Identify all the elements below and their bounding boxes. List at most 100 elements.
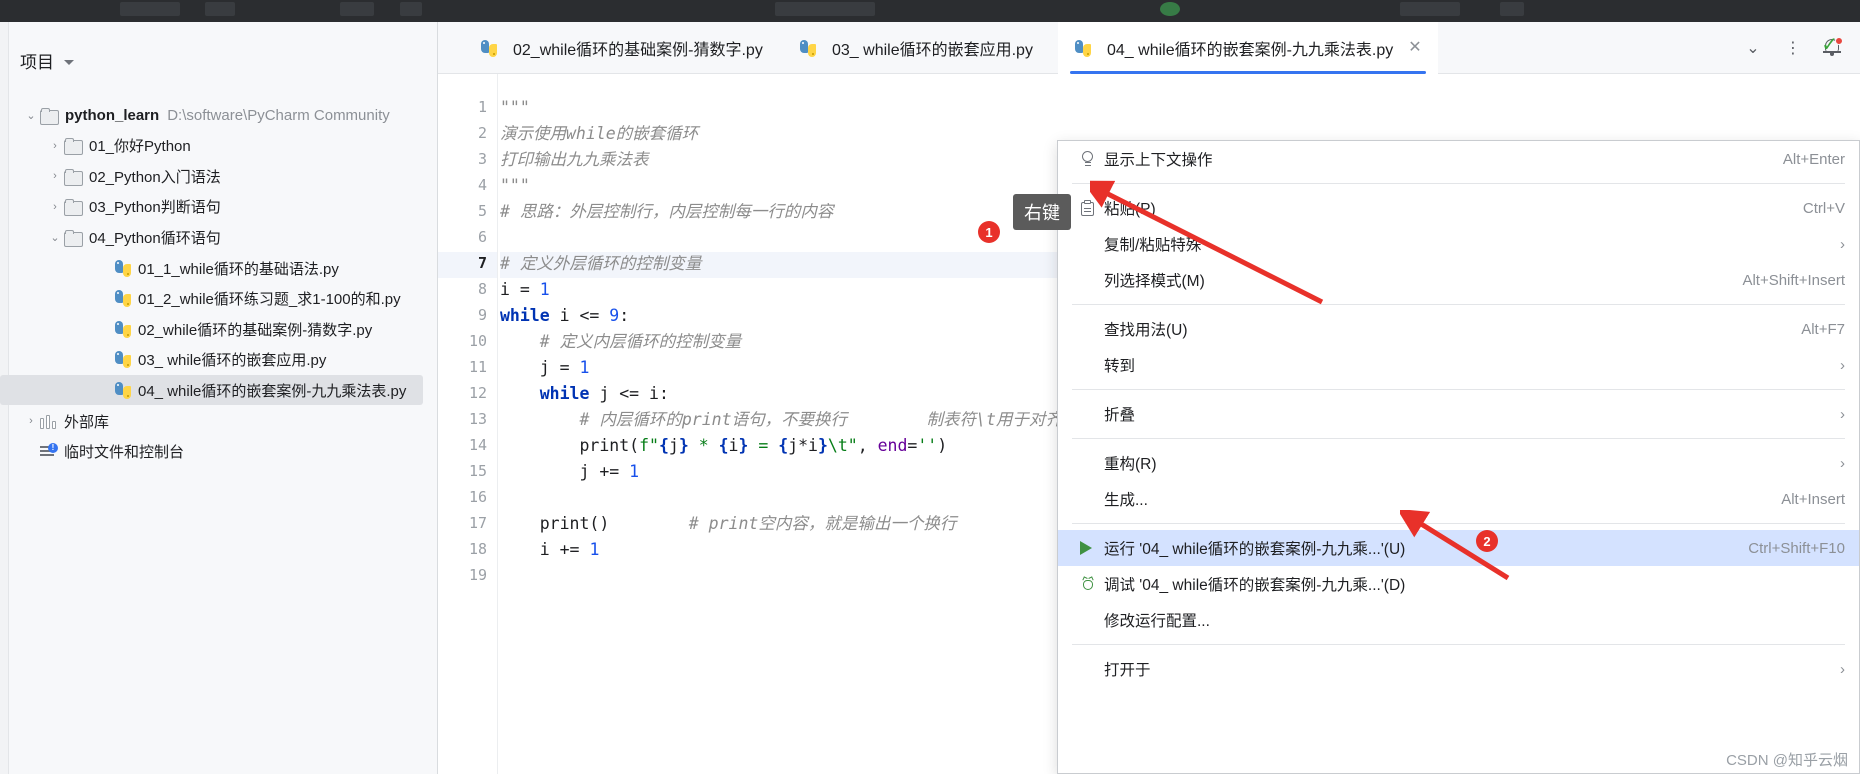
annotation-badge-1: 1 <box>978 221 1000 243</box>
chevron-down-icon[interactable]: ⌄ <box>22 109 40 122</box>
tree-row[interactable]: ! 临时文件和控制台 <box>0 437 437 467</box>
code-line[interactable]: # 定义外层循环的控制变量 <box>500 251 701 277</box>
tree-row[interactable]: ⌄ 04_Python循环语句 <box>0 222 437 252</box>
editor-tab[interactable]: 02_while循环的基础案例-猜数字.py <box>464 22 779 74</box>
close-icon[interactable]: ✕ <box>1408 40 1421 56</box>
watermark: CSDN @知乎云烟 <box>1726 752 1848 769</box>
chevron-right-icon: › <box>1840 454 1845 472</box>
line-number-gutter[interactable]: 1 2 3 4 5 6 7 8 9 10 11 12 13 14 15 16 17 18 19 <box>438 74 498 774</box>
line-number[interactable]: 1 <box>478 98 487 116</box>
code-line[interactable]: i = 1 <box>500 277 550 303</box>
chevron-down-icon[interactable] <box>64 59 74 65</box>
tree-row-label: 04_ while循环的嵌套案例-九九乘法表.py <box>138 382 407 400</box>
tree-row[interactable]: › 01_你好Python <box>0 131 437 161</box>
menu-separator <box>1072 438 1845 439</box>
tab-list-dropdown-icon[interactable]: ⌄ <box>1742 37 1764 59</box>
chevron-right-icon[interactable]: › <box>22 415 40 427</box>
line-number[interactable]: 2 <box>478 124 487 142</box>
line-number[interactable]: 18 <box>469 540 487 558</box>
context-menu-item-label: 显示上下文操作 <box>1104 152 1213 169</box>
context-menu-item-shortcut: Alt+F7 <box>1801 320 1845 338</box>
inspection-status-icon[interactable]: ✓ <box>1821 32 1838 57</box>
line-number[interactable]: 19 <box>469 566 487 584</box>
chevron-right-icon[interactable]: › <box>46 140 64 152</box>
code-line[interactable]: """ <box>500 173 530 199</box>
code-line[interactable]: # 内层循环的print语句，不要换行 制表符\t用于对齐 <box>500 407 1061 433</box>
context-menu-item[interactable]: 显示上下文操作 Alt+Enter <box>1058 141 1859 177</box>
tree-row[interactable]: 02_while循环的基础案例-猜数字.py <box>0 314 437 344</box>
line-number[interactable]: 17 <box>469 514 487 532</box>
line-number[interactable]: 11 <box>469 358 487 376</box>
tree-row-label: python_learn <box>65 106 160 124</box>
context-menu-item[interactable]: 折叠 › <box>1058 396 1859 432</box>
tree-row[interactable]: 03_ while循环的嵌套应用.py <box>0 345 437 375</box>
line-number[interactable]: 14 <box>469 436 487 454</box>
tree-row-label: 04_Python循环语句 <box>89 229 221 247</box>
tree-row-label: 01_1_while循环的基础语法.py <box>138 260 339 278</box>
project-panel-header[interactable]: 项目 <box>20 48 74 73</box>
line-number[interactable]: 5 <box>478 202 487 220</box>
code-line[interactable]: print() # print空内容，就是输出一个换行 <box>500 511 957 537</box>
tree-row[interactable]: › 02_Python入门语法 <box>0 161 437 191</box>
tree-row-label: 外部库 <box>64 413 110 431</box>
context-menu-item[interactable]: 打开于 › <box>1058 651 1859 687</box>
code-line[interactable]: # 思路：外层控制行，内层控制每一行的内容 <box>500 199 833 225</box>
code-line[interactable]: while j <= i: <box>500 381 669 407</box>
code-line[interactable]: # 定义内层循环的控制变量 <box>500 329 741 355</box>
menu-separator <box>1072 389 1845 390</box>
code-line[interactable]: i += 1 <box>500 537 600 563</box>
code-line[interactable]: 演示使用while的嵌套循环 <box>500 121 698 147</box>
line-number[interactable]: 4 <box>478 176 487 194</box>
editor-tab[interactable]: 03_ while循环的嵌套应用.py <box>783 22 1049 74</box>
code-line[interactable]: 打印输出九九乘法表 <box>500 147 649 173</box>
context-menu-item[interactable]: 重构(R) › <box>1058 445 1859 481</box>
context-menu-item[interactable]: 查找用法(U) Alt+F7 <box>1058 311 1859 347</box>
chevron-right-icon[interactable]: › <box>46 170 64 182</box>
line-number[interactable]: 13 <box>469 410 487 428</box>
code-line[interactable]: j = 1 <box>500 355 590 381</box>
debug-icon <box>1080 575 1104 592</box>
toolbar-ghost-1 <box>120 2 180 16</box>
tree-row[interactable]: › 03_Python判断语句 <box>0 192 437 222</box>
editor-tab-label: 03_ while循环的嵌套应用.py <box>832 42 1033 59</box>
chevron-right-icon[interactable]: › <box>46 201 64 213</box>
line-number[interactable]: 15 <box>469 462 487 480</box>
python-file-icon <box>114 351 131 369</box>
code-line[interactable]: print(f"{j} * {i} = {j*i}\t", end='') <box>500 433 947 459</box>
editor-options-icon[interactable]: ⋮ <box>1782 37 1804 59</box>
tree-row[interactable]: ⌄ python_learn D:\software\PyCharm Communi… <box>0 100 437 130</box>
context-menu-item-label: 生成... <box>1104 492 1148 509</box>
line-number[interactable]: 7 <box>478 254 487 272</box>
context-menu-item[interactable]: 转到 › <box>1058 347 1859 383</box>
tree-row[interactable]: › 外部库 <box>0 406 437 436</box>
tree-row[interactable]: 04_ while循环的嵌套案例-九九乘法表.py <box>0 375 423 406</box>
line-number[interactable]: 12 <box>469 384 487 402</box>
tree-row[interactable]: 01_2_while循环练习题_求1-100的和.py <box>0 284 437 314</box>
context-menu-item[interactable]: 修改运行配置... <box>1058 602 1859 638</box>
folder-icon <box>64 138 83 156</box>
folder-icon <box>64 199 83 217</box>
line-number[interactable]: 3 <box>478 150 487 168</box>
chevron-down-icon[interactable]: ⌄ <box>46 231 64 244</box>
line-number[interactable]: 9 <box>478 306 487 324</box>
folder-icon <box>40 107 59 125</box>
line-number[interactable]: 10 <box>469 332 487 350</box>
tree-row-label: 03_Python判断语句 <box>89 199 221 217</box>
folder-icon <box>64 229 83 247</box>
tree-row-label: 01_你好Python <box>89 138 191 156</box>
chevron-right-icon: › <box>1840 405 1845 423</box>
context-menu-item-shortcut: Ctrl+Shift+F10 <box>1748 539 1845 557</box>
tree-row[interactable]: 01_1_while循环的基础语法.py <box>0 253 437 283</box>
context-menu-item-label: 折叠 <box>1104 407 1136 424</box>
line-number[interactable]: 16 <box>469 488 487 506</box>
editor-tab[interactable]: 04_ while循环的嵌套案例-九九乘法表.py ✕ <box>1058 22 1438 74</box>
toolbar-ghost-6 <box>1400 2 1460 16</box>
code-line[interactable]: """ <box>500 95 530 121</box>
project-sidebar: 项目 ⌄ python_learn D:\software\PyCharm Comm… <box>0 22 438 774</box>
python-file-icon <box>799 39 816 57</box>
code-line[interactable]: j += 1 <box>500 459 639 485</box>
line-number[interactable]: 6 <box>478 228 487 246</box>
code-line[interactable]: while i <= 9: <box>500 303 629 329</box>
line-number[interactable]: 8 <box>478 280 487 298</box>
annotation-tooltip-right-click: 右键 <box>1013 194 1071 230</box>
